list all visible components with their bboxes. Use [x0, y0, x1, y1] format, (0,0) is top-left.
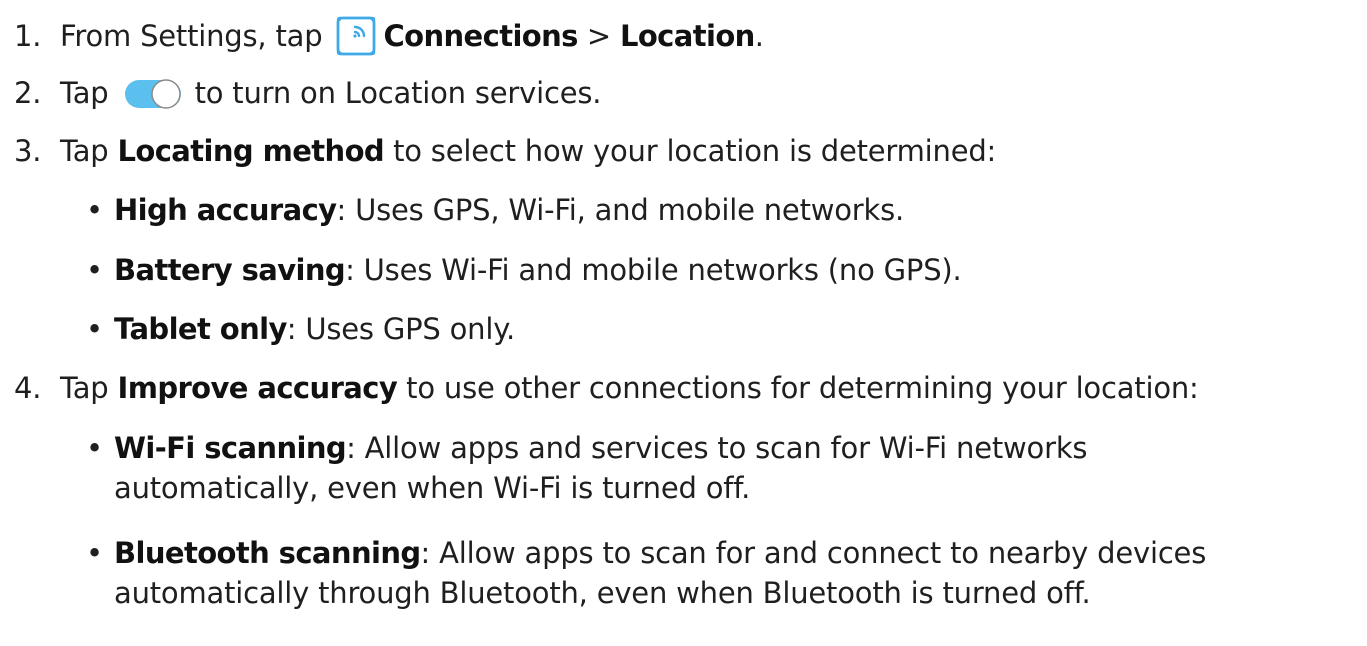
step-text: Tap: [60, 76, 109, 110]
list-item: • High accuracy: Uses GPS, Wi-Fi, and mob…: [86, 193, 904, 227]
option-text: : Uses Wi-Fi and mobile networks (no GPS…: [345, 253, 962, 287]
locating-method-label: Locating method: [117, 134, 385, 168]
option-term: Wi-Fi scanning: [114, 431, 347, 465]
step-2: 2. Tap to turn on Location services.: [14, 76, 601, 110]
step-number: 3.: [14, 134, 42, 168]
option-term: Battery saving: [114, 253, 346, 287]
step-number: 1.: [14, 19, 42, 53]
separator: >: [577, 19, 620, 53]
option-text: : Uses GPS only.: [286, 312, 516, 346]
toggle-switch-icon: [124, 79, 182, 109]
step-text-end: .: [754, 19, 764, 53]
instructions-document: 1. From Settings, tap Connections > Locat…: [0, 0, 1367, 646]
bullet: •: [86, 431, 103, 465]
step-3: 3. Tap Locating method to select how your…: [14, 134, 996, 168]
step-number: 2.: [14, 76, 42, 110]
step-text: From Settings, tap: [60, 19, 323, 53]
option-term: Bluetooth scanning: [114, 536, 421, 570]
option-text: : Allow apps to scan for and connect to …: [420, 536, 1207, 570]
option-text: : Uses GPS, Wi-Fi, and mobile networks.: [336, 193, 905, 227]
list-item: • Bluetooth scanning: Allow apps to scan …: [86, 536, 1206, 570]
bullet: •: [86, 536, 103, 570]
step-4: 4. Tap Improve accuracy to use other conn…: [14, 371, 1199, 405]
step-number: 4.: [14, 371, 42, 405]
step-1: 1. From Settings, tap Connections > Locat…: [14, 15, 764, 57]
list-item: • Wi-Fi scanning: Allow apps and services…: [86, 431, 1088, 465]
improve-accuracy-label: Improve accuracy: [117, 371, 398, 405]
connections-label: Connections: [383, 19, 578, 53]
option-text: : Allow apps and services to scan for Wi…: [346, 431, 1088, 465]
option-term: High accuracy: [114, 193, 337, 227]
step-text: Tap: [60, 371, 118, 405]
bullet: •: [86, 312, 103, 346]
step-text: Tap: [60, 134, 118, 168]
option-term: Tablet only: [114, 312, 287, 346]
connections-icon: [335, 15, 377, 57]
step-text-end: to use other connections for determining…: [397, 371, 1199, 405]
list-item-continuation: automatically, even when Wi-Fi is turned…: [114, 471, 751, 505]
step-text-end: to select how your location is determine…: [384, 134, 997, 168]
step-text-end: to turn on Location services.: [194, 76, 602, 110]
list-item: • Tablet only: Uses GPS only.: [86, 312, 515, 346]
list-item-continuation: automatically through Bluetooth, even wh…: [114, 576, 1091, 610]
bullet: •: [86, 193, 103, 227]
location-label: Location: [619, 19, 755, 53]
bullet: •: [86, 253, 103, 287]
list-item: • Battery saving: Uses Wi-Fi and mobile n…: [86, 253, 962, 287]
